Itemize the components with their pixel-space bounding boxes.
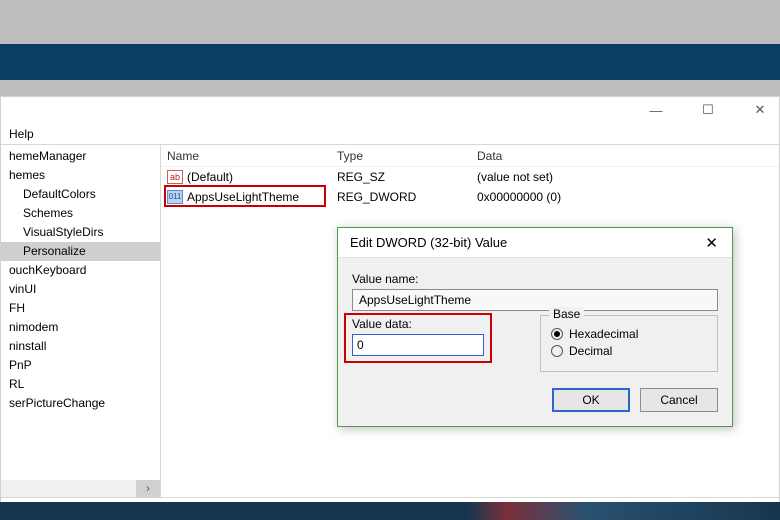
window-titlebar: — ☐ ✕ [1, 97, 779, 123]
tree-item[interactable]: vinUI [1, 280, 160, 299]
value-data-label: Value data: [352, 317, 512, 331]
list-header: Name Type Data [161, 145, 779, 167]
minimize-button[interactable]: — [641, 100, 671, 120]
tree-item[interactable]: VisualStyleDirs [1, 223, 160, 242]
string-value-icon: ab [167, 170, 183, 184]
scroll-right-icon[interactable]: › [136, 480, 160, 497]
radio-label: Hexadecimal [569, 327, 638, 341]
radio-decimal[interactable]: Decimal [551, 344, 707, 358]
base-legend: Base [549, 307, 584, 321]
desktop-background-strip [0, 502, 780, 520]
value-type: REG_SZ [331, 170, 471, 184]
column-type[interactable]: Type [331, 149, 471, 163]
dialog-title: Edit DWORD (32-bit) Value [350, 235, 507, 250]
close-button[interactable]: ✕ [745, 100, 775, 120]
value-name-field[interactable] [352, 289, 718, 311]
dword-value-icon: 011 [167, 190, 183, 204]
tree-item-selected[interactable]: Personalize [1, 242, 160, 261]
value-name-label: Value name: [352, 272, 718, 286]
base-groupbox: Base Hexadecimal Decimal [540, 315, 718, 372]
column-data[interactable]: Data [471, 149, 779, 163]
tree-item[interactable]: Schemes [1, 204, 160, 223]
value-data: (value not set) [471, 170, 779, 184]
tree-item[interactable]: nimodem [1, 318, 160, 337]
list-row[interactable]: ab (Default) REG_SZ (value not set) [161, 167, 779, 187]
radio-icon [551, 328, 563, 340]
value-type: REG_DWORD [331, 190, 471, 204]
list-row[interactable]: 011 AppsUseLightTheme REG_DWORD 0x000000… [161, 187, 779, 207]
radio-icon [551, 345, 563, 357]
dialog-titlebar: Edit DWORD (32-bit) Value ✕ [338, 228, 732, 258]
tree-item[interactable]: DefaultColors [1, 185, 160, 204]
tree-item[interactable]: hemeManager [1, 147, 160, 166]
tree-item[interactable]: serPictureChange [1, 394, 160, 413]
tree-item[interactable]: FH [1, 299, 160, 318]
menu-help[interactable]: Help [9, 127, 34, 141]
tree-item[interactable]: PnP [1, 356, 160, 375]
tree-item[interactable]: RL [1, 375, 160, 394]
radio-hexadecimal[interactable]: Hexadecimal [551, 327, 707, 341]
radio-label: Decimal [569, 344, 612, 358]
tree-item[interactable]: ninstall [1, 337, 160, 356]
tree-item[interactable]: hemes [1, 166, 160, 185]
menu-bar: Help [1, 123, 779, 145]
cancel-button[interactable]: Cancel [640, 388, 718, 412]
tree-horizontal-scrollbar[interactable]: › [1, 480, 160, 497]
edit-dword-dialog: Edit DWORD (32-bit) Value ✕ Value name: … [337, 227, 733, 427]
dialog-close-button[interactable]: ✕ [699, 234, 724, 252]
value-name: AppsUseLightTheme [187, 190, 299, 204]
value-data-field[interactable] [352, 334, 484, 356]
maximize-button[interactable]: ☐ [693, 100, 723, 120]
value-data: 0x00000000 (0) [471, 190, 779, 204]
tree-item[interactable]: ouchKeyboard [1, 261, 160, 280]
tree-pane[interactable]: hemeManager hemes DefaultColors Schemes … [1, 145, 161, 497]
desktop-accent-strip [0, 44, 780, 80]
value-name: (Default) [187, 170, 233, 184]
ok-button[interactable]: OK [552, 388, 630, 412]
column-name[interactable]: Name [161, 149, 331, 163]
